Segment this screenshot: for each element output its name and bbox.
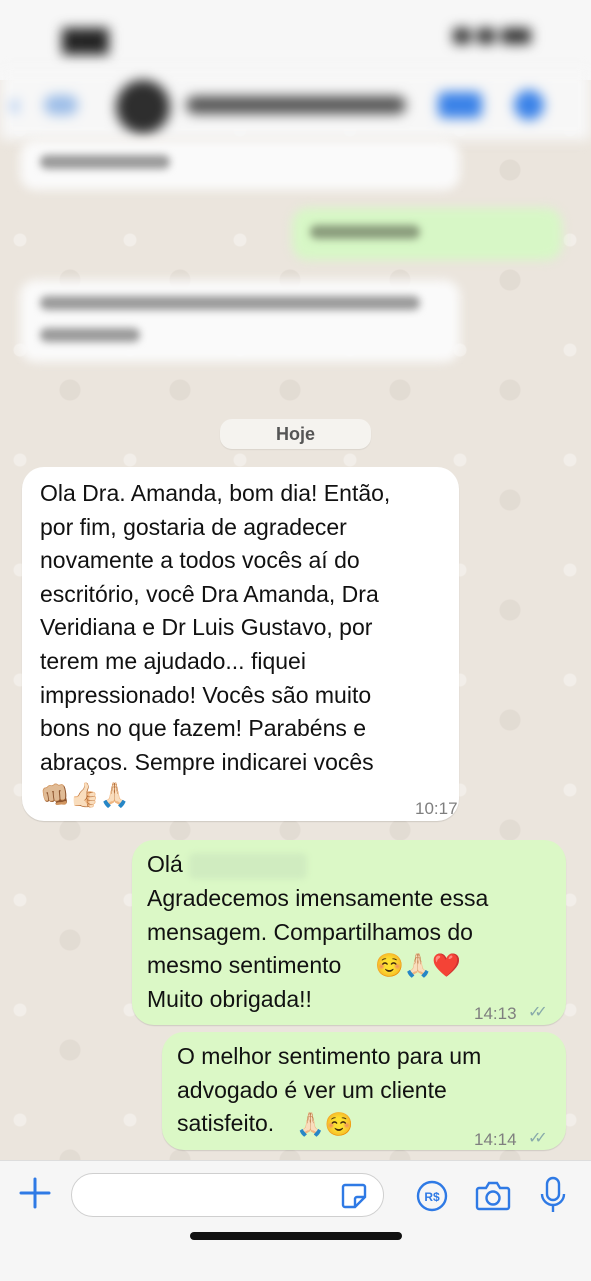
message-greeting: Olá [147, 848, 307, 882]
blurred-text [40, 155, 170, 169]
message-input[interactable] [71, 1173, 384, 1217]
home-indicator [190, 1232, 402, 1240]
status-time-redacted: ███ [62, 28, 109, 53]
contact-avatar[interactable] [116, 80, 170, 134]
blurred-text [310, 225, 420, 239]
status-icons [453, 28, 543, 48]
read-receipt-icon: ✓✓ [528, 1130, 548, 1147]
message-bubble-incoming[interactable]: Ola Dra. Amanda, bom dia! Então, por fim… [22, 467, 459, 821]
sticker-icon[interactable] [340, 1182, 368, 1210]
unread-count-badge [44, 95, 78, 115]
date-chip: Hoje [220, 419, 371, 449]
message-text: Agradecemos imensamente essa mensagem. C… [147, 885, 489, 979]
composer-bar: R$ [0, 1160, 591, 1281]
blurred-text [40, 328, 140, 342]
svg-text:R$: R$ [424, 1190, 440, 1204]
payment-icon[interactable]: R$ [416, 1180, 448, 1212]
chat-header: ‹ [0, 70, 591, 140]
message-emoji: 🙏🏻☺️ [296, 1111, 354, 1137]
read-receipt-icon: ✓✓ [528, 1004, 548, 1021]
message-time: 14:13 [474, 1004, 517, 1023]
message-text: Ola Dra. Amanda, bom dia! Então, por fim… [40, 480, 391, 775]
video-call-icon[interactable] [438, 92, 482, 118]
microphone-icon[interactable] [538, 1175, 568, 1215]
blurred-text [40, 296, 420, 310]
message-bubble-outgoing[interactable]: O melhor sentimento para um advogado é v… [162, 1032, 566, 1150]
voice-call-icon[interactable] [514, 90, 544, 120]
back-icon[interactable]: ‹ [10, 88, 20, 122]
message-bubble-outgoing[interactable]: Olá Agradecemos imensamente essa mensage… [132, 840, 566, 1025]
older-message-blurred [20, 280, 460, 362]
message-emoji: ☺️🙏🏻❤️ [375, 952, 461, 978]
message-emoji: 👊🏼👍🏻🙏🏻 [40, 782, 130, 809]
message-time: 14:14 [474, 1130, 517, 1149]
contact-name-redacted[interactable] [186, 96, 406, 114]
plus-icon[interactable] [18, 1176, 52, 1210]
camera-icon[interactable] [475, 1180, 511, 1212]
message-time: 10:17 [415, 799, 458, 818]
recipient-name-redacted [188, 852, 307, 879]
message-text-closing: Muito obrigada!! [147, 986, 312, 1012]
status-bar: ███ [0, 0, 591, 80]
greeting-text: Olá [147, 851, 183, 877]
